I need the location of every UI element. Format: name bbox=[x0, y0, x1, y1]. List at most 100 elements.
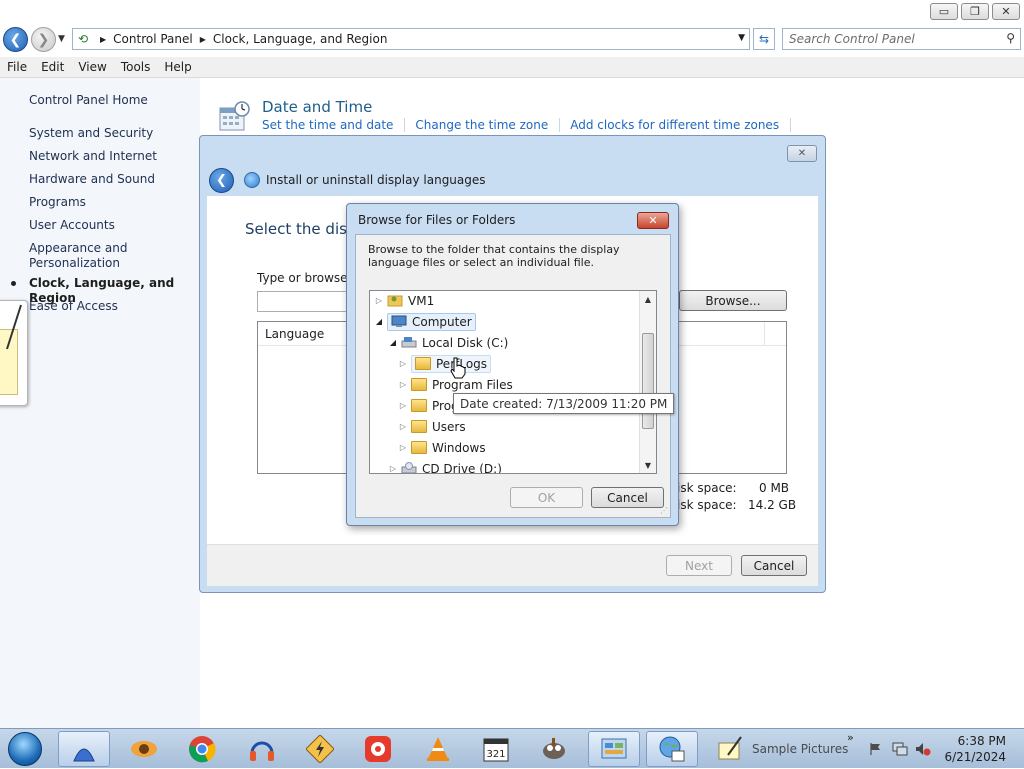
flag-icon[interactable] bbox=[869, 742, 883, 756]
current-item-bullet-icon bbox=[11, 281, 16, 286]
tree-item-label: Program Files bbox=[432, 377, 513, 392]
wizard-cancel-button[interactable]: Cancel bbox=[741, 555, 807, 576]
ok-button[interactable]: OK bbox=[510, 487, 583, 508]
search-input[interactable] bbox=[783, 29, 993, 49]
system-clock[interactable]: 6:38 PM 6/21/2024 bbox=[944, 733, 1006, 765]
wizard-close-button[interactable]: ✕ bbox=[787, 145, 817, 162]
scroll-up-icon[interactable]: ▲ bbox=[640, 291, 656, 307]
collapse-arrow-icon[interactable]: ◢ bbox=[388, 338, 398, 347]
link-set-time-date[interactable]: Set the time and date bbox=[262, 118, 406, 132]
scroll-down-icon[interactable]: ▼ bbox=[640, 457, 656, 473]
tree-item[interactable]: ▷ PerfLogs bbox=[398, 354, 492, 373]
menu-file[interactable]: File bbox=[0, 60, 34, 74]
refresh-button[interactable]: ⇆ bbox=[753, 28, 775, 50]
volume-muted-icon[interactable] bbox=[915, 742, 931, 756]
menu-tools[interactable]: Tools bbox=[114, 60, 158, 74]
sidebar-item-hardware-sound[interactable]: Hardware and Sound bbox=[29, 172, 155, 187]
taskbar-app[interactable] bbox=[176, 731, 228, 767]
expand-arrow-icon[interactable]: ▷ bbox=[388, 464, 398, 473]
tree-item-selected[interactable]: Computer bbox=[387, 312, 476, 331]
address-dropdown-icon[interactable]: ▼ bbox=[738, 33, 745, 43]
taskbar-app[interactable] bbox=[412, 731, 464, 767]
expand-arrow-icon[interactable]: ▷ bbox=[374, 296, 384, 305]
sidebar-item-ease-of-access[interactable]: Ease of Access bbox=[29, 299, 118, 314]
taskbar-app[interactable] bbox=[528, 731, 580, 767]
folder-tree[interactable]: ▷ VM1 ◢ Computer ◢ Local Disk (C:) ▷ Per… bbox=[369, 290, 657, 474]
scroll-thumb[interactable] bbox=[642, 333, 654, 429]
close-button[interactable]: ✕ bbox=[992, 3, 1020, 20]
restore-button[interactable]: ❐ bbox=[961, 3, 989, 20]
search-box[interactable]: ⚲ bbox=[782, 28, 1021, 50]
tree-item[interactable]: ◢ Local Disk (C:) bbox=[388, 333, 508, 352]
tray-chevron-icon[interactable]: » bbox=[847, 731, 854, 744]
taskbar-app[interactable] bbox=[646, 731, 698, 767]
breadcrumb-control-panel[interactable]: Control Panel bbox=[113, 32, 193, 46]
tree-item[interactable]: ▷ Prog bbox=[398, 396, 459, 415]
menu-view[interactable]: View bbox=[71, 60, 113, 74]
browse-button[interactable]: Browse... bbox=[679, 290, 787, 311]
wizard-button-bar: Next Cancel bbox=[207, 544, 818, 586]
browse-cancel-button[interactable]: Cancel bbox=[591, 487, 664, 508]
taskbar-app[interactable] bbox=[352, 731, 404, 767]
expand-arrow-icon[interactable]: ▷ bbox=[398, 380, 408, 389]
taskbar-app[interactable] bbox=[704, 731, 756, 767]
recent-pages-dropdown[interactable]: ▼ bbox=[58, 34, 65, 44]
date-time-icon[interactable] bbox=[219, 100, 251, 132]
tree-item-label: Users bbox=[432, 419, 466, 434]
link-add-clocks[interactable]: Add clocks for different time zones bbox=[570, 118, 792, 132]
tree-item-label: VM1 bbox=[408, 293, 435, 308]
tree-item[interactable]: ◢ Computer bbox=[374, 312, 476, 331]
taskbar-app[interactable] bbox=[58, 731, 110, 767]
sidebar-item-programs[interactable]: Programs bbox=[29, 195, 86, 210]
menu-help[interactable]: Help bbox=[157, 60, 198, 74]
menu-edit[interactable]: Edit bbox=[34, 60, 71, 74]
minimize-button[interactable]: ▭ bbox=[930, 3, 958, 20]
network-icon[interactable] bbox=[892, 742, 908, 756]
taskbar-app[interactable] bbox=[118, 731, 170, 767]
column-language[interactable]: Language bbox=[265, 327, 324, 341]
link-change-time-zone[interactable]: Change the time zone bbox=[415, 118, 561, 132]
taskbar-app[interactable] bbox=[588, 731, 640, 767]
path-input[interactable] bbox=[257, 291, 357, 312]
breadcrumb-arrow-icon[interactable]: ▶ bbox=[100, 35, 106, 44]
forward-button[interactable]: ❯ bbox=[31, 27, 56, 52]
sidebar-item-appearance[interactable]: Appearance and Personalization bbox=[29, 241, 129, 271]
taskbar-app[interactable] bbox=[236, 731, 288, 767]
column-divider bbox=[764, 322, 765, 346]
tree-item[interactable]: ▷ VM1 bbox=[374, 291, 434, 310]
chrome-icon bbox=[189, 736, 216, 763]
sidebar-control-panel-home[interactable]: Control Panel Home bbox=[29, 93, 148, 108]
folder-icon bbox=[411, 399, 427, 412]
tree-scrollbar[interactable]: ▲ ▼ bbox=[639, 291, 656, 473]
expand-arrow-icon[interactable]: ▷ bbox=[398, 422, 408, 431]
taskbar-app[interactable]: 321 bbox=[470, 731, 522, 767]
next-button[interactable]: Next bbox=[666, 555, 732, 576]
flash-app-icon bbox=[306, 735, 334, 763]
sticky-notes-gadget[interactable] bbox=[0, 300, 28, 406]
breadcrumb-arrow-icon[interactable]: ▶ bbox=[200, 35, 206, 44]
tray-toolbar-label[interactable]: Sample Pictures bbox=[752, 742, 848, 756]
category-title[interactable]: Date and Time bbox=[262, 98, 372, 116]
browse-close-button[interactable]: ✕ bbox=[637, 212, 669, 229]
expand-arrow-icon[interactable]: ▷ bbox=[398, 401, 408, 410]
tree-item[interactable]: ▷ Windows bbox=[398, 438, 486, 457]
breadcrumb-clock-language-region[interactable]: Clock, Language, and Region bbox=[213, 32, 388, 46]
taskbar-app[interactable] bbox=[294, 731, 346, 767]
tree-item[interactable]: ▷ CD Drive (D:) bbox=[388, 459, 502, 473]
start-button[interactable] bbox=[2, 730, 46, 768]
refresh-icon: ⇆ bbox=[758, 32, 770, 46]
address-bar[interactable]: ⟲ ▶ Control Panel ▶ Clock, Language, and… bbox=[72, 28, 750, 50]
expand-arrow-icon[interactable]: ▷ bbox=[398, 443, 408, 452]
sidebar-item-system-security[interactable]: System and Security bbox=[29, 126, 153, 141]
tree-item[interactable]: ▷ Users bbox=[398, 417, 466, 436]
sidebar-item-user-accounts[interactable]: User Accounts bbox=[29, 218, 115, 233]
pen-icon bbox=[6, 304, 22, 350]
collapse-arrow-icon[interactable]: ◢ bbox=[374, 317, 384, 326]
resize-grip-icon[interactable]: ⋰ bbox=[660, 506, 668, 515]
wizard-back-button[interactable]: ❮ bbox=[209, 168, 234, 193]
expand-arrow-icon[interactable]: ▷ bbox=[398, 359, 408, 368]
search-icon[interactable]: ⚲ bbox=[1006, 31, 1015, 45]
back-button[interactable]: ❮ bbox=[3, 27, 28, 52]
restore-icon: ❐ bbox=[970, 5, 980, 18]
sidebar-item-network-internet[interactable]: Network and Internet bbox=[29, 149, 157, 164]
